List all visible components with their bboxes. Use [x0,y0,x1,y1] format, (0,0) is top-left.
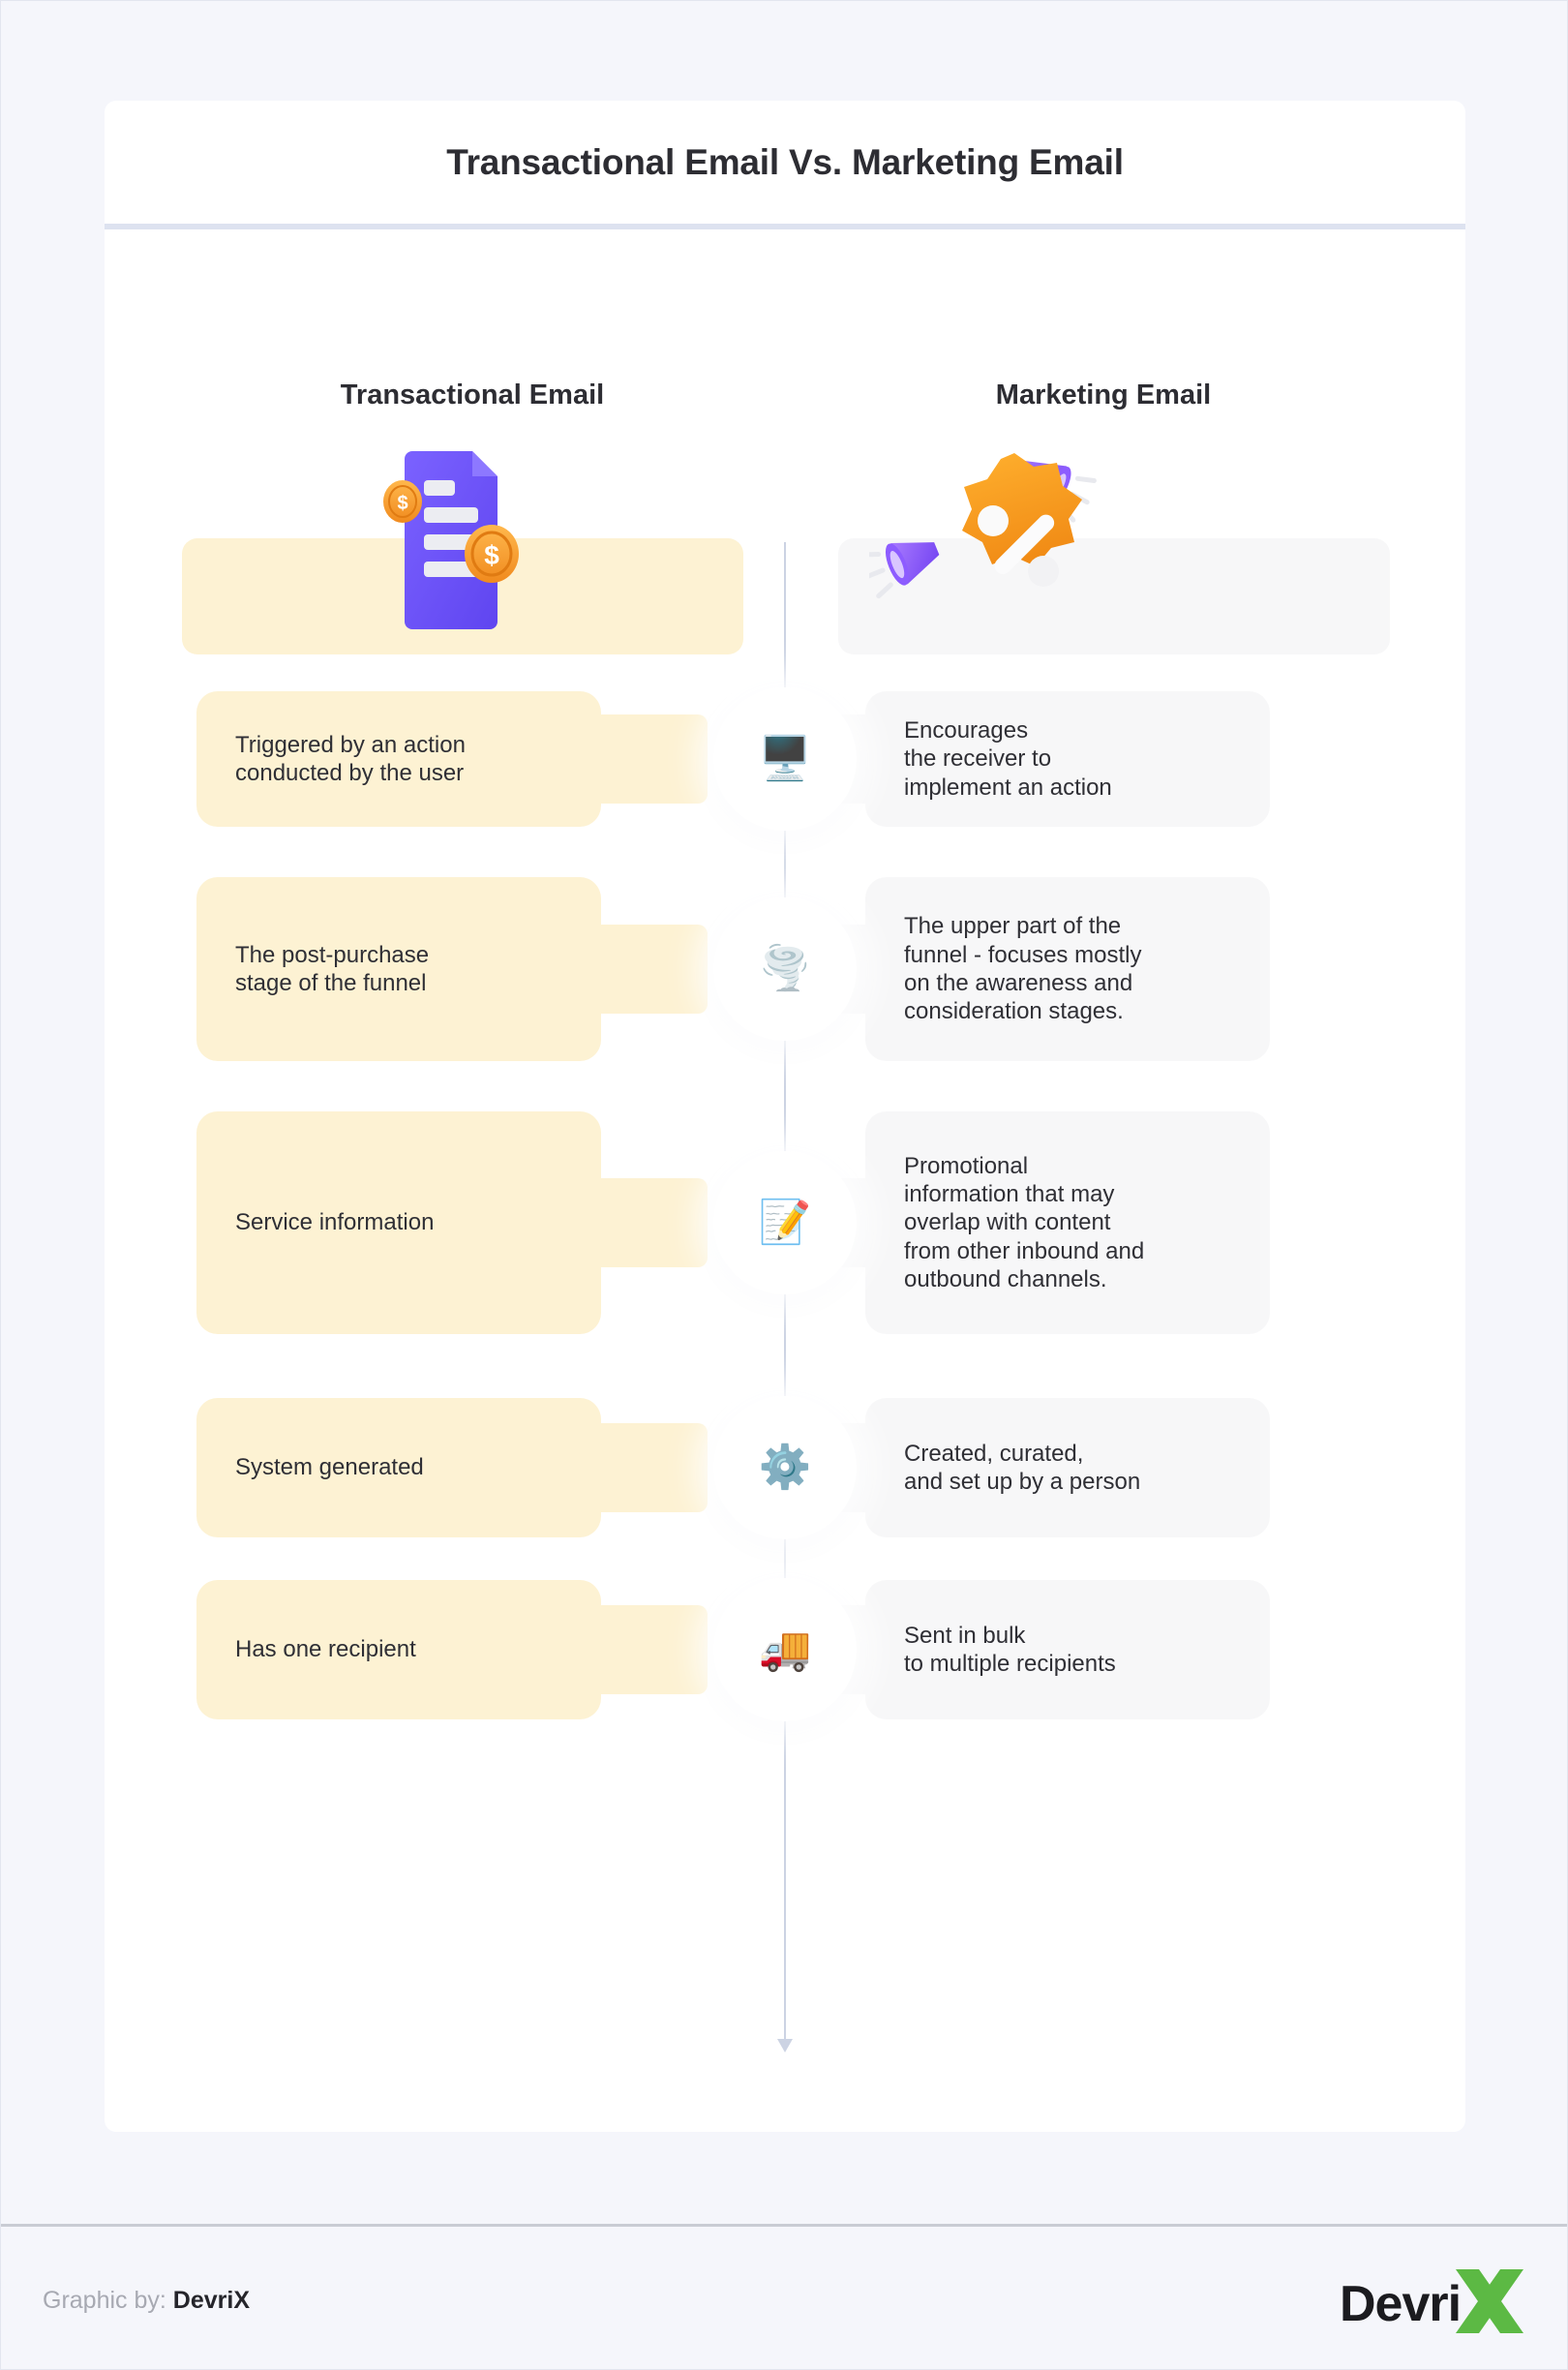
invoice-document-with-coins-icon: $ $ [308,440,598,643]
table-row: The post-purchase stage of the funnel Th… [105,877,1465,1061]
marketing-card: Promotional information that may overlap… [865,1111,1270,1334]
desktop-computer-icon: 🖥️ [713,687,857,831]
node-glyph: 🚚 [758,1626,812,1673]
marketing-card: Created, curated, and set up by a person [865,1398,1270,1537]
transactional-text: Service information [235,1209,435,1236]
marketing-text: Sent in bulk to multiple recipients [904,1622,1116,1677]
timeline-connector-1 [784,672,786,1998]
node-glyph: ⚙️ [758,1443,812,1491]
logo-x-mark-icon [1446,2265,1533,2348]
svg-text:$: $ [397,493,407,514]
column-header-transactional: Transactional Email [340,380,605,410]
title-divider [105,224,1465,229]
transactional-card: Has one recipient [196,1580,601,1719]
infographic-page: Transactional Email Vs. Marketing Email … [0,0,1568,2370]
discount-badge-with-megaphones-icon [859,440,1160,643]
transactional-card: Triggered by an action conducted by the … [196,691,601,827]
devrix-logo: Devri [1340,2267,1533,2339]
row-notch-left [601,1178,708,1267]
table-row: System generated Created, curated, and s… [105,1396,1465,1539]
svg-text:$: $ [484,540,499,570]
row-notch-left [601,1605,708,1694]
funnel-tornado-icon: 🌪️ [713,897,857,1041]
row-notch-left [601,1423,708,1512]
page-title: Transactional Email Vs. Marketing Email [446,142,1124,182]
column-headers: Transactional Email Marketing Email [105,380,1465,422]
marketing-card: Sent in bulk to multiple recipients [865,1580,1270,1719]
marketing-text: Created, curated, and set up by a person [904,1440,1141,1495]
transactional-card: System generated [196,1398,601,1537]
credit-prefix: Graphic by: [43,2287,166,2314]
transactional-text: System generated [235,1454,424,1481]
marketing-card: The upper part of the funnel - focuses m… [865,877,1270,1061]
delivery-truck-icon: 🚚 [713,1578,857,1721]
timeline-connector-top [784,542,786,672]
credit-brand: DevriX [172,2287,251,2314]
column-header-marketing: Marketing Email [995,380,1212,410]
transactional-card: The post-purchase stage of the funnel [196,877,601,1061]
transactional-text: Triggered by an action conducted by the … [235,731,466,786]
marketing-text: The upper part of the funnel - focuses m… [904,913,1142,1025]
node-glyph: 🖥️ [758,735,812,782]
marketing-text: Encourages the receiver to implement an … [904,717,1112,801]
gear-icon: ⚙️ [713,1396,857,1539]
row-notch-left [601,925,708,1014]
marketing-text: Promotional information that may overlap… [904,1152,1145,1292]
node-glyph: 📝 [758,1199,812,1246]
title-zone: Transactional Email Vs. Marketing Email [105,101,1465,225]
logo-wordmark: Devri [1340,2276,1462,2332]
table-row: Triggered by an action conducted by the … [105,687,1465,831]
footer: Graphic by: DevriX Devri [0,2227,1568,2370]
transactional-card: Service information [196,1111,601,1334]
table-row: Service information Promotional informat… [105,1111,1465,1334]
timeline-end-arrow-icon [773,1998,797,2056]
row-notch-left [601,714,708,804]
transactional-text: Has one recipient [235,1636,416,1663]
memo-pencil-icon: 📝 [713,1151,857,1294]
table-row: Has one recipient Sent in bulk to multip… [105,1578,1465,1721]
credit-line: Graphic by: DevriX [43,2287,250,2315]
node-glyph: 🌪️ [758,945,812,992]
transactional-text: The post-purchase stage of the funnel [235,941,430,996]
main-content-card: Transactional Email Vs. Marketing Email … [105,101,1465,2132]
marketing-card: Encourages the receiver to implement an … [865,691,1270,827]
